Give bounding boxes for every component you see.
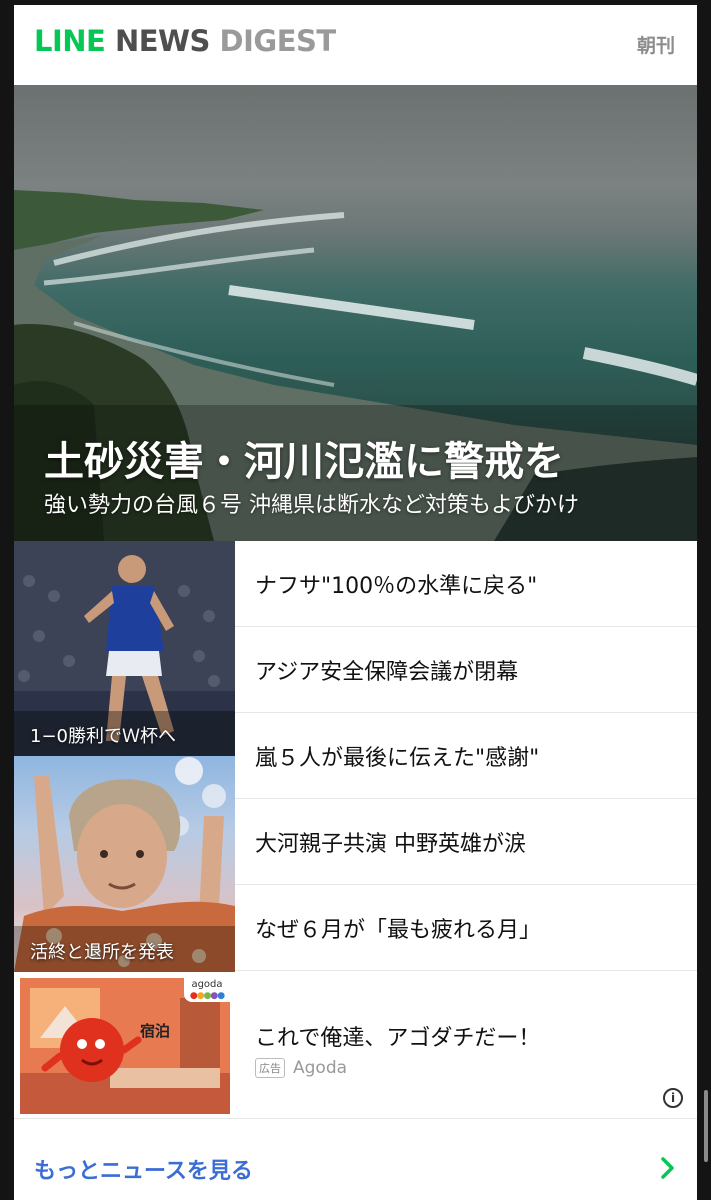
ad-agoda[interactable]: 宿泊 agoda ●●●●● これで俺達、アゴダチだー！ 広告 Agoda i (14, 972, 697, 1119)
ad-image-text: 宿泊 (140, 1022, 171, 1040)
hero-subtitle: 強い勢力の台風６号 沖縄県は断水など対策もよびかけ (44, 493, 579, 518)
headline-list: ナフサ"100％の水準に戻る" アジア安全保障会議が閉幕 嵐５人が最後に伝えた"… (235, 541, 697, 971)
agoda-dots-icon: ●●●●● (189, 991, 225, 1001)
news-digest-card: LINE NEWS DIGEST 朝刊 土砂災害・河川氾濫に警戒を 強い勢力の台… (14, 5, 697, 1200)
hero-article[interactable]: 土砂災害・河川氾濫に警戒を 強い勢力の台風６号 沖縄県は断水など対策もよびかけ (14, 85, 697, 541)
scrollbar[interactable] (704, 1090, 708, 1162)
hero-title: 土砂災害・河川氾濫に警戒を (44, 439, 564, 485)
header: LINE NEWS DIGEST 朝刊 (14, 5, 697, 85)
chevron-right-icon (661, 1157, 674, 1179)
ad-sponsor: Agoda (293, 1058, 348, 1078)
ad-meta: 広告 Agoda (255, 1058, 347, 1078)
photo-caption-1: 1−0勝利でＷ杯へ (30, 726, 176, 747)
logo-digest: DIGEST (219, 24, 337, 58)
logo-line: LINE (34, 24, 106, 58)
headline-item[interactable]: なぜ６月が「最も疲れる月」 (235, 885, 697, 971)
headline-item[interactable]: ナフサ"100％の水準に戻る" (235, 541, 697, 627)
photo-caption-2: 活終と退所を発表 (30, 942, 174, 963)
ad-info-icon[interactable]: i (663, 1088, 683, 1108)
edition-label: 朝刊 (636, 35, 675, 57)
headline-item[interactable]: 大河親子共演 中野英雄が涙 (235, 799, 697, 885)
headline-item[interactable]: 嵐５人が最後に伝えた"感謝" (235, 713, 697, 799)
ad-label-badge: 広告 (255, 1058, 285, 1078)
more-news-label: もっとニュースを見る (34, 1159, 253, 1184)
photo-article-person[interactable]: 活終と退所を発表 (14, 756, 235, 972)
agoda-badge: agoda ●●●●● (184, 978, 230, 1002)
agoda-badge-text: agoda (191, 979, 223, 990)
ad-image: 宿泊 agoda ●●●●● (20, 978, 230, 1114)
logo-news: NEWS (114, 24, 210, 58)
headline-item[interactable]: アジア安全保障会議が閉幕 (235, 627, 697, 713)
line-news-digest-logo: LINE NEWS DIGEST (34, 24, 336, 58)
more-news-link[interactable]: もっとニュースを見る (14, 1119, 697, 1200)
photo-article-soccer[interactable]: 1−0勝利でＷ杯へ (14, 541, 235, 756)
ad-title: これで俺達、アゴダチだー！ (255, 1026, 541, 1051)
